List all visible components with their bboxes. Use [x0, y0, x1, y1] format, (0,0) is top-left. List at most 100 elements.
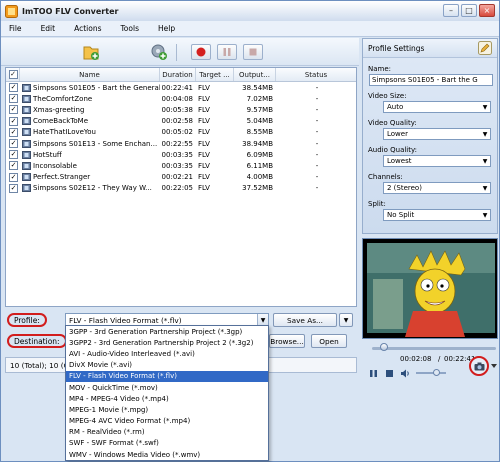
profile-dropdown-list: 3GPP - 3rd Generation Partnership Projec…	[65, 325, 269, 462]
column-duration[interactable]: Duration	[160, 68, 196, 81]
row-checkbox[interactable]: ✓	[9, 127, 18, 137]
profile-option[interactable]: 3GPP - 3rd Generation Partnership Projec…	[66, 326, 268, 337]
row-checkbox[interactable]: ✓	[9, 83, 18, 93]
add-task-icon[interactable]	[149, 42, 169, 62]
pause-button[interactable]	[217, 44, 237, 60]
row-checkbox[interactable]: ✓	[9, 105, 18, 115]
profile-option[interactable]: MPEG-4 AVC Video Format (*.mp4)	[66, 416, 268, 427]
start-convert-button[interactable]	[191, 44, 211, 60]
row-checkbox-cell[interactable]: ✓	[6, 138, 20, 149]
profile-option[interactable]: WMV - Windows Media Video (*.wmv)	[66, 449, 268, 460]
output-size-cell: 5.04MB	[246, 117, 273, 126]
edit-profile-icon[interactable]	[478, 41, 492, 55]
file-name: Simpsons S01E05 - Bart the General	[33, 83, 160, 92]
row-checkbox[interactable]: ✓	[9, 139, 18, 149]
channels-select[interactable]: 2 (Stereo) ▼	[383, 182, 491, 194]
profile-option[interactable]: MP4 - MPEG-4 Video (*.mp4)	[66, 393, 268, 404]
row-checkbox[interactable]: ✓	[9, 150, 18, 160]
select-all-checkbox[interactable]: ✓	[8, 70, 18, 79]
maximize-button[interactable]: □	[461, 4, 477, 17]
profile-option[interactable]: MPEG-1 Movie (*.mpg)	[66, 404, 268, 415]
profile-value: FLV - Flash Video Format (*.flv)	[69, 315, 182, 325]
status-cell: -	[315, 94, 319, 103]
table-row[interactable]: ✓ Inconsolable 00:03:35 FLV 6.11MB -	[6, 160, 356, 171]
table-row[interactable]: ✓ Simpsons S01E05 - Bart the General 00:22…	[6, 82, 356, 93]
row-checkbox[interactable]: ✓	[9, 161, 18, 171]
menu-help[interactable]: Help	[158, 24, 175, 33]
table-row[interactable]: ✓ Xmas-greeting 00:05:38 FLV 9.57MB -	[6, 104, 356, 115]
table-row[interactable]: ✓ TheComfortZone 00:04:08 FLV 7.02MB -	[6, 93, 356, 104]
volume-thumb[interactable]	[433, 369, 440, 376]
video-size-select[interactable]: Auto ▼	[383, 101, 491, 113]
browse-button[interactable]: Browse...	[269, 334, 305, 348]
menu-edit[interactable]: Edit	[41, 24, 56, 33]
menu-file[interactable]: File	[9, 24, 22, 33]
profile-option[interactable]: MOV - QuickTime (*.mov)	[66, 382, 268, 393]
pause-icon	[369, 369, 377, 377]
audio-quality-select[interactable]: Lowest ▼	[383, 155, 491, 167]
row-checkbox-cell[interactable]: ✓	[6, 149, 20, 160]
file-list: ✓ Name Duration Target ... Output... Sta…	[5, 67, 357, 307]
table-row[interactable]: ✓ Perfect.Stranger 00:02:21 FLV 4.00MB -	[6, 172, 356, 183]
video-size-label: Video Size:	[368, 92, 407, 100]
minimize-button[interactable]: –	[443, 4, 459, 17]
profile-option[interactable]: RM - RealVideo (*.rm)	[66, 427, 268, 438]
volume-button[interactable]	[400, 368, 410, 378]
profile-option[interactable]: DivX Movie (*.avi)	[66, 360, 268, 371]
stop-button[interactable]	[243, 44, 263, 60]
table-row[interactable]: ✓ Simpsons S01E13 - Some Enchan... 00:22:5…	[6, 138, 356, 149]
snapshot-button[interactable]	[469, 356, 489, 376]
toolbar	[1, 38, 359, 66]
save-as-dropdown-button[interactable]: ▼	[339, 313, 353, 327]
menu-bar: File Edit Actions Tools Help	[1, 21, 499, 37]
table-row[interactable]: ✓ ComeBackToMe 00:02:58 FLV 5.04MB -	[6, 116, 356, 127]
menu-tools[interactable]: Tools	[121, 24, 139, 33]
table-row[interactable]: ✓ HotStuff 00:03:35 FLV 6.09MB -	[6, 149, 356, 160]
audio-quality-label: Audio Quality:	[368, 146, 417, 154]
camera-icon	[474, 362, 484, 370]
seek-track[interactable]	[372, 347, 496, 350]
column-output[interactable]: Output...	[234, 68, 276, 81]
save-as-button[interactable]: Save As...	[273, 313, 337, 327]
row-checkbox-cell[interactable]: ✓	[6, 183, 20, 194]
split-select[interactable]: No Split ▼	[383, 209, 491, 221]
row-checkbox[interactable]: ✓	[9, 183, 18, 193]
row-checkbox-cell[interactable]: ✓	[6, 93, 20, 104]
stop-playback-button[interactable]	[384, 368, 394, 378]
row-checkbox[interactable]: ✓	[9, 94, 18, 104]
close-button[interactable]: ×	[479, 4, 495, 17]
row-checkbox-cell[interactable]: ✓	[6, 160, 20, 171]
column-status[interactable]: Status	[276, 68, 356, 81]
snapshot-dropdown-icon[interactable]	[491, 363, 497, 369]
table-row[interactable]: ✓ Simpsons S02E12 - They Way W... 00:22:05…	[6, 183, 356, 194]
row-checkbox[interactable]: ✓	[9, 116, 18, 126]
file-name: Xmas-greeting	[33, 105, 85, 114]
column-name[interactable]: Name	[20, 68, 160, 81]
column-target[interactable]: Target ...	[196, 68, 234, 81]
profile-label: Profile:	[7, 313, 47, 327]
profile-option[interactable]: SWF - SWF Format (*.swf)	[66, 438, 268, 449]
pause-playback-button[interactable]	[368, 368, 378, 378]
row-checkbox-cell[interactable]: ✓	[6, 127, 20, 138]
seek-thumb[interactable]	[379, 343, 388, 351]
file-name: HateThatILoveYou	[33, 128, 96, 137]
row-checkbox-cell[interactable]: ✓	[6, 82, 20, 93]
profile-option[interactable]: FLV - Flash Video Format (*.flv)	[66, 370, 268, 382]
row-checkbox-cell[interactable]: ✓	[6, 104, 20, 115]
file-list-header: ✓ Name Duration Target ... Output... Sta…	[6, 68, 356, 82]
select-all-column[interactable]: ✓	[6, 68, 20, 81]
video-quality-select[interactable]: Lower ▼	[383, 128, 491, 140]
menu-actions[interactable]: Actions	[74, 24, 101, 33]
profile-option[interactable]: AVI - Audio-Video Interleaved (*.avi)	[66, 348, 268, 359]
add-file-icon[interactable]	[81, 42, 101, 62]
profile-option[interactable]: 3GPP2 - 3rd Generation Partnership Proje…	[66, 337, 268, 348]
open-button[interactable]: Open	[311, 334, 347, 348]
output-size-cell: 7.02MB	[246, 94, 273, 103]
table-row[interactable]: ✓ HateThatILoveYou 00:05:02 FLV 8.55MB -	[6, 127, 356, 138]
volume-slider[interactable]	[416, 369, 446, 376]
duration-cell: 00:03:35	[161, 150, 193, 159]
profile-name-input[interactable]: Simpsons S01E05 - Bart the G	[369, 74, 493, 86]
row-checkbox-cell[interactable]: ✓	[6, 172, 20, 183]
row-checkbox-cell[interactable]: ✓	[6, 116, 20, 127]
row-checkbox[interactable]: ✓	[9, 172, 18, 182]
